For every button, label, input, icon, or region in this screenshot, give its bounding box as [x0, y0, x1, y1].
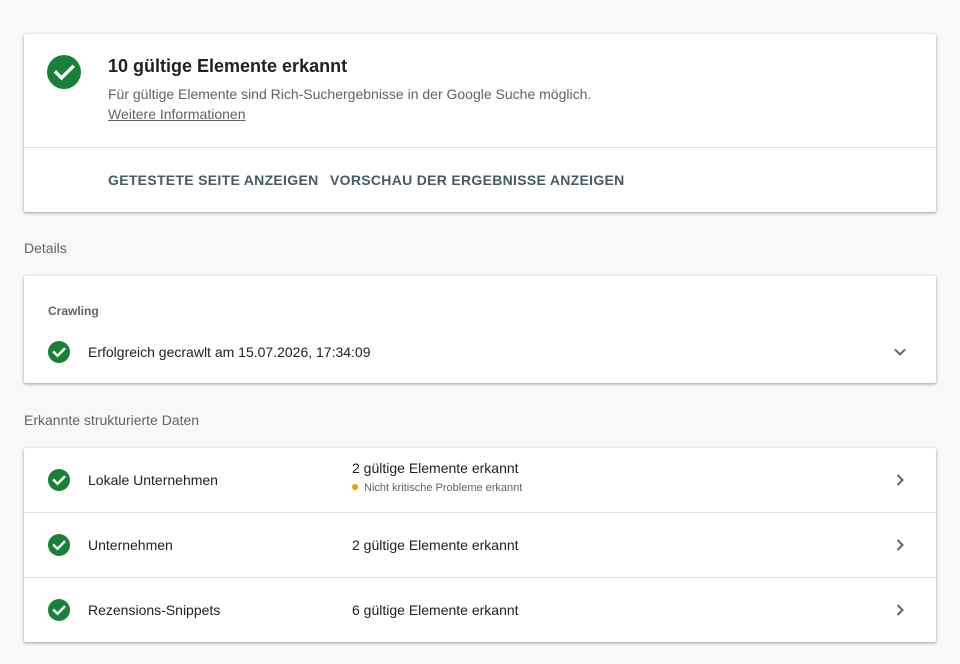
structured-data-card: Lokale Unternehmen 2 gültige Elemente er… [24, 448, 936, 642]
structured-data-heading: Erkannte strukturierte Daten [24, 412, 200, 428]
summary-description: Für gültige Elemente sind Rich-Suchergeb… [108, 86, 592, 102]
item-name: Rezensions-Snippets [88, 602, 221, 618]
check-circle-icon [47, 55, 81, 89]
check-circle-icon [48, 599, 70, 621]
chevron-right-icon [896, 539, 904, 551]
chevron-right-icon [896, 474, 904, 486]
learn-more-link[interactable]: Weitere Informationen [108, 106, 245, 122]
check-circle-icon [48, 534, 70, 556]
check-circle-icon [48, 341, 70, 363]
item-count: 2 gültige Elemente erkannt [352, 460, 519, 476]
item-count: 6 gültige Elemente erkannt [352, 602, 519, 618]
chevron-right-icon [896, 604, 904, 616]
view-tested-page-button[interactable]: GETESTETE SEITE ANZEIGEN [108, 172, 319, 188]
item-warning: Nicht kritische Probleme erkannt [352, 482, 522, 494]
item-name: Lokale Unternehmen [88, 472, 218, 488]
chevron-down-icon[interactable] [888, 340, 912, 364]
crawl-status-text: Erfolgreich gecrawlt am 15.07.2026, 17:3… [88, 344, 371, 360]
list-item-review-snippets[interactable]: Rezensions-Snippets 6 gültige Elemente e… [24, 577, 936, 642]
list-item-local-business[interactable]: Lokale Unternehmen 2 gültige Elemente er… [24, 448, 936, 513]
divider [24, 147, 936, 148]
details-heading: Details [24, 240, 67, 256]
summary-card: 10 gültige Elemente erkannt Für gültige … [24, 34, 936, 212]
warning-dot-icon [352, 484, 358, 490]
summary-title: 10 gültige Elemente erkannt [108, 56, 348, 76]
preview-results-button[interactable]: VORSCHAU DER ERGEBNISSE ANZEIGEN [330, 172, 625, 188]
crawling-card: Crawling Erfolgreich gecrawlt am 15.07.2… [24, 276, 936, 383]
item-name: Unternehmen [88, 537, 173, 553]
item-count: 2 gültige Elemente erkannt [352, 537, 519, 553]
check-circle-icon [48, 469, 70, 491]
crawling-label: Crawling [48, 304, 99, 318]
warning-text: Nicht kritische Probleme erkannt [364, 482, 523, 494]
list-item-organization[interactable]: Unternehmen 2 gültige Elemente erkannt [24, 512, 936, 577]
